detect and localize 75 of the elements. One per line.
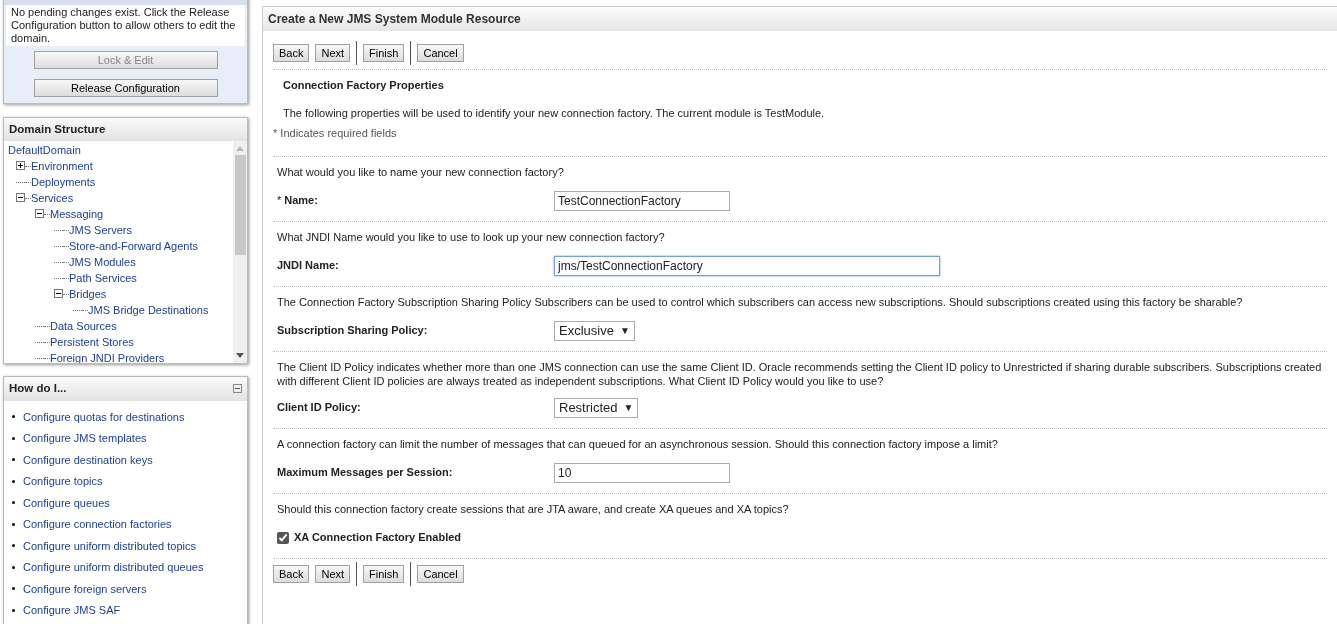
checkbox-label: XA Connection Factory Enabled <box>294 530 462 546</box>
bullet-icon <box>12 608 15 612</box>
field-label: Client ID Policy: <box>277 400 361 416</box>
required-mark: * <box>277 193 282 209</box>
panel-title: How do I... <box>9 381 67 397</box>
field-label: Subscription Sharing Policy: <box>277 323 428 339</box>
text-field[interactable]: jms/TestConnectionFactory <box>554 255 940 276</box>
text-field[interactable]: TestConnectionFactory <box>554 190 730 211</box>
help-link[interactable]: Configure queues <box>23 494 110 511</box>
collapse-icon[interactable] <box>16 193 25 202</box>
collapse-icon[interactable] <box>233 384 242 394</box>
tree-link[interactable]: Deployments <box>31 174 96 191</box>
tree-link[interactable]: Bridges <box>69 286 107 303</box>
text-field[interactable]: 10 <box>554 462 730 483</box>
required-note: * Indicates required fields <box>272 126 398 141</box>
wizard-button[interactable]: Back <box>273 564 310 583</box>
help-link[interactable]: Configure uniform distributed queues <box>23 559 204 576</box>
tree-link[interactable]: Environment <box>31 158 93 175</box>
help-link[interactable]: Configure uniform distributed topics <box>23 537 197 554</box>
expand-icon[interactable] <box>16 161 25 170</box>
tree-link[interactable]: Persistent Stores <box>50 334 134 351</box>
help-link[interactable]: Configure topics <box>23 473 103 490</box>
collapse-icon[interactable] <box>54 289 63 298</box>
help-link[interactable]: Configure destination keys <box>23 451 153 468</box>
tree-link[interactable]: Path Services <box>69 270 137 287</box>
dropdown[interactable]: Exclusive ▼ <box>554 320 635 341</box>
tree-link[interactable]: Store-and-Forward Agents <box>69 238 198 255</box>
help-link[interactable]: Configure JMS SAF <box>23 602 121 619</box>
config-button[interactable]: Release Configuration <box>33 79 218 97</box>
scroll-down-icon[interactable] <box>236 353 244 359</box>
scrollbar[interactable] <box>233 141 247 364</box>
question-text: Should this connection factory create sessions that are JTA aware, and create XA queues and XA topics? <box>276 501 790 517</box>
tree-link[interactable]: JMS Modules <box>69 254 136 271</box>
help-link[interactable]: Configure foreign servers <box>23 580 147 597</box>
change-center-message: No pending changes exist. Click the Release Configuration button to allow others to edit the domain. <box>6 5 245 46</box>
question-text: What would you like to name your new connection factory? <box>276 164 565 180</box>
checkbox[interactable] <box>277 531 289 544</box>
tree-link[interactable]: JMS Bridge Destinations <box>88 302 209 319</box>
wizard-button[interactable]: Next <box>315 44 351 62</box>
wizard-button[interactable]: Cancel <box>417 564 464 583</box>
panel-title: Domain Structure <box>4 118 247 142</box>
collapse-icon[interactable] <box>35 209 44 218</box>
question-text: The Connection Factory Subscription Sharing Policy Subscribers can be used to control which subscribers can access new subscriptions. Should subscriptions created using this factory be sharable? <box>276 294 1244 310</box>
tree-link[interactable]: JMS Servers <box>69 222 132 239</box>
tree-link[interactable]: Data Sources <box>50 318 117 335</box>
intro-text: The following properties will be used to identify your new connection factory. The current module is TestModule. <box>283 105 826 121</box>
tree-link[interactable]: Messaging <box>50 206 104 223</box>
question-text: What JNDI Name would you like to use to look up your new connection factory? <box>276 229 666 245</box>
section-heading: Connection Factory Properties <box>283 78 445 93</box>
bullet-icon <box>12 501 15 505</box>
question-text: The Client ID Policy indicates whether more than one JMS connection can use the same Client ID. Oracle recommends setting the Client ID policy to Unrestricted if sharing durable subscribers. Subscriptions created with different Client ID policies are always treated as independent subscriptions. What Client ID Policy would you like to use? <box>276 359 1323 388</box>
wizard-button[interactable]: Cancel <box>417 44 464 62</box>
bullet-icon <box>12 479 15 483</box>
bullet-icon <box>12 522 15 526</box>
help-link[interactable]: Configure JMS templates <box>23 430 147 447</box>
field-label: Name: <box>284 193 318 209</box>
tree-link[interactable]: DefaultDomain <box>8 142 81 159</box>
wizard-button[interactable]: Finish <box>363 44 405 62</box>
field-label: Maximum Messages per Session: <box>277 465 453 481</box>
wizard-button[interactable]: Back <box>273 44 310 62</box>
help-link[interactable]: Configure quotas for destinations <box>23 408 185 425</box>
field-label: JNDI Name: <box>277 258 339 274</box>
wizard-button[interactable]: Next <box>315 564 351 583</box>
bullet-icon <box>12 544 15 548</box>
help-link[interactable]: Configure connection factories <box>23 516 172 533</box>
question-text: A connection factory can limit the number of messages that can queued for an asynchronous session. Should this connection factory impose a limit? <box>276 436 999 452</box>
wizard-button[interactable]: Finish <box>363 564 405 583</box>
bullet-icon <box>12 436 15 440</box>
dropdown[interactable]: Restricted ▼ <box>554 397 639 418</box>
bullet-icon <box>12 415 15 419</box>
page-title: Create a New JMS System Module Resource <box>263 7 1337 31</box>
bullet-icon <box>12 587 15 591</box>
tree-link[interactable]: Services <box>31 190 74 207</box>
bullet-icon <box>12 565 15 569</box>
bullet-icon <box>12 458 15 462</box>
